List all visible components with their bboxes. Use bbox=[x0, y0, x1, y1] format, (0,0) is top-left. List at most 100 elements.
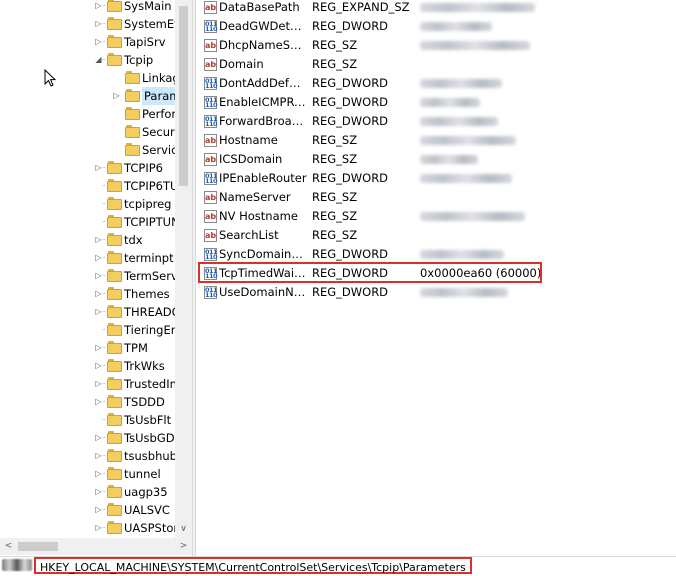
mouse-cursor-icon bbox=[44, 69, 56, 87]
value-row[interactable]: ab DataBasePath REG_EXPAND_SZ bbox=[200, 0, 670, 17]
folder-icon bbox=[107, 161, 122, 174]
value-data-blurred bbox=[420, 0, 535, 18]
folder-icon bbox=[107, 503, 122, 516]
dword-value-icon: 011 110 bbox=[204, 286, 218, 299]
folder-icon bbox=[107, 53, 122, 66]
string-value-icon: ab bbox=[204, 229, 217, 242]
tree-vertical-scrollbar[interactable]: ∨ bbox=[175, 0, 192, 538]
value-row[interactable]: 011 110 DeadGWDetec... REG_DWORD bbox=[200, 17, 670, 36]
tree-item-label: uagp35 bbox=[124, 485, 168, 499]
dword-value-icon: 011 110 bbox=[204, 96, 218, 109]
tree-item-label: TsUsbGD bbox=[124, 431, 175, 445]
value-type: REG_EXPAND_SZ bbox=[312, 0, 410, 14]
folder-icon bbox=[107, 251, 122, 264]
value-row[interactable]: ab NameServer REG_SZ bbox=[200, 188, 670, 207]
tree-item-label: TieringEng bbox=[124, 323, 175, 337]
value-row[interactable]: ab SearchList REG_SZ bbox=[200, 226, 670, 245]
folder-icon bbox=[125, 125, 140, 138]
tree-item-label: UASPStor bbox=[124, 521, 175, 535]
tree-item[interactable]: ▷ ·· Themes bbox=[0, 285, 175, 303]
string-value-icon: ab bbox=[204, 191, 217, 204]
tree-item[interactable]: Perfor bbox=[0, 105, 175, 123]
tree-item[interactable]: ▷ ·· TsUsbGD bbox=[0, 429, 175, 447]
tree-item[interactable]: ▷ ·· TPM bbox=[0, 339, 175, 357]
scroll-down-arrow-icon[interactable]: ∨ bbox=[175, 521, 192, 538]
tree-item[interactable]: ▷ ·· tdx bbox=[0, 231, 175, 249]
value-row[interactable]: 011 110 EnableICMPRe... REG_DWORD bbox=[200, 93, 670, 112]
tree-item[interactable]: ▷··TermServi bbox=[0, 267, 175, 285]
tree-item[interactable]: ▷ ·· tunnel bbox=[0, 465, 175, 483]
tree-item[interactable]: ▷··TrustedIns bbox=[0, 375, 175, 393]
registry-key-tree[interactable]: ▷··SysMain▷··SystemEve▷··TapiSrv◢··Tcpip… bbox=[0, 0, 175, 538]
tree-item[interactable]: Linkag bbox=[0, 69, 175, 87]
tree-item[interactable]: ·· TCPIPTUN bbox=[0, 213, 175, 231]
tree-item[interactable]: Securit bbox=[0, 123, 175, 141]
value-type: REG_DWORD bbox=[312, 285, 389, 299]
tree-hscroll-thumb[interactable] bbox=[18, 542, 58, 551]
value-type: REG_SZ bbox=[312, 152, 358, 166]
folder-icon bbox=[107, 449, 122, 462]
folder-icon bbox=[107, 413, 122, 426]
tree-item[interactable]: ▷ ·· SysMain bbox=[0, 0, 175, 15]
tree-horizontal-scrollbar[interactable]: < > bbox=[0, 538, 192, 555]
tree-item-label: TrustedIns bbox=[124, 377, 175, 391]
folder-icon bbox=[107, 359, 122, 372]
value-row[interactable]: 011 110 UseDomainNa... REG_DWORD bbox=[200, 283, 670, 302]
tree-item-label: TCPIP6 bbox=[124, 161, 163, 175]
value-name: ICSDomain bbox=[219, 152, 283, 166]
tree-item[interactable]: Service bbox=[0, 141, 175, 159]
value-row[interactable]: 011 110 IPEnableRouter REG_DWORD bbox=[200, 169, 670, 188]
value-name: DontAddDefau... bbox=[219, 76, 307, 90]
scroll-right-arrow-icon[interactable]: > bbox=[175, 538, 192, 555]
tree-item[interactable]: ▷ ·· UASPStor bbox=[0, 519, 175, 537]
tree-item[interactable]: ▷ ·· uagp35 bbox=[0, 483, 175, 501]
tree-item[interactable]: ▷ ·· TrkWks bbox=[0, 357, 175, 375]
value-type: REG_SZ bbox=[312, 38, 358, 52]
string-value-icon: ab bbox=[204, 210, 217, 223]
value-data-blurred bbox=[420, 36, 530, 56]
collapsed-arrow-icon[interactable]: ▷ bbox=[112, 87, 121, 105]
tree-item[interactable]: ▷ ·· TCPIP6 bbox=[0, 159, 175, 177]
value-row[interactable]: ab ICSDomain REG_SZ bbox=[200, 150, 670, 169]
status-bar: HKEY_LOCAL_MACHINE\SYSTEM\CurrentControl… bbox=[0, 556, 676, 574]
tree-item[interactable]: ··TieringEng bbox=[0, 321, 175, 339]
tree-item[interactable]: ▷··SystemEve bbox=[0, 15, 175, 33]
value-type: REG_DWORD bbox=[312, 95, 389, 109]
dword-value-icon: 011 110 bbox=[204, 248, 218, 261]
tree-item[interactable]: ▷ ·· terminpt bbox=[0, 249, 175, 267]
folder-icon bbox=[107, 17, 122, 30]
value-row[interactable]: ab DhcpNameSer... REG_SZ bbox=[200, 36, 670, 55]
scroll-left-arrow-icon[interactable]: < bbox=[0, 538, 17, 555]
value-name: DataBasePath bbox=[219, 0, 300, 14]
value-data-blurred bbox=[420, 150, 478, 170]
tree-item[interactable]: ▷ Param bbox=[0, 87, 175, 105]
value-name: Hostname bbox=[219, 133, 278, 147]
tree-item[interactable]: ·· TCPIP6TU bbox=[0, 177, 175, 195]
value-row[interactable]: ab Hostname REG_SZ bbox=[200, 131, 670, 150]
string-value-icon: ab bbox=[204, 134, 217, 147]
value-type: REG_DWORD bbox=[312, 171, 389, 185]
tree-item[interactable]: ▷ ·· tsusbhub bbox=[0, 447, 175, 465]
value-row[interactable]: 011 110 ForwardBroad... REG_DWORD bbox=[200, 112, 670, 131]
value-row[interactable]: ab NV Hostname REG_SZ bbox=[200, 207, 670, 226]
tree-item[interactable]: ·· TsUsbFlt bbox=[0, 411, 175, 429]
tree-item[interactable]: ·· tcpipreg bbox=[0, 195, 175, 213]
value-data-blurred bbox=[420, 93, 480, 113]
tree-item[interactable]: ◢ ·· Tcpip bbox=[0, 51, 175, 69]
folder-icon bbox=[107, 485, 122, 498]
value-row[interactable]: 011 110 DontAddDefau... REG_DWORD bbox=[200, 74, 670, 93]
tree-item-label: tunnel bbox=[124, 467, 161, 481]
string-value-icon: ab bbox=[204, 58, 217, 71]
tree-scroll-thumb[interactable] bbox=[179, 6, 188, 186]
tree-item[interactable]: ▷ ·· UALSVC bbox=[0, 501, 175, 519]
dword-value-icon: 011 110 bbox=[204, 20, 218, 33]
tree-item[interactable]: ▷ ·· TapiSrv bbox=[0, 33, 175, 51]
tree-item[interactable]: ▷ ·· TSDDD bbox=[0, 393, 175, 411]
registry-path: HKEY_LOCAL_MACHINE\SYSTEM\CurrentControl… bbox=[34, 557, 472, 574]
value-name: NameServer bbox=[219, 190, 291, 204]
value-name: ForwardBroad... bbox=[219, 114, 307, 128]
tree-item[interactable]: ▷··THREADO bbox=[0, 303, 175, 321]
value-row[interactable]: ab Domain REG_SZ bbox=[200, 55, 670, 74]
value-data-blurred bbox=[420, 112, 498, 132]
tree-item-label: Perfor bbox=[142, 107, 175, 121]
